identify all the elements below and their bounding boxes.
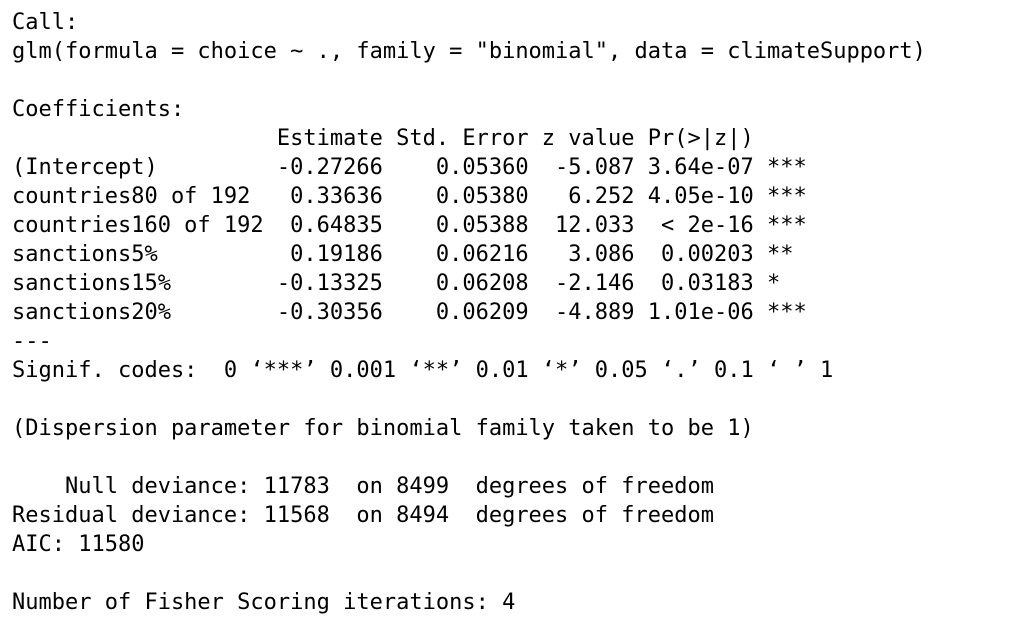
- coefficients-header: Coefficients:: [12, 97, 185, 122]
- r-console-output: Call: glm(formula = choice ~ ., family =…: [12, 8, 1007, 617]
- call-formula: glm(formula = choice ~ ., family = "bino…: [12, 39, 926, 64]
- coefficient-row: countries160 of 192 0.64835 0.05388 12.0…: [12, 213, 807, 238]
- coefficient-row: (Intercept) -0.27266 0.05360 -5.087 3.64…: [12, 155, 807, 180]
- aic-value: AIC: 11580: [12, 532, 145, 557]
- call-header: Call:: [12, 10, 79, 35]
- null-deviance: Null deviance: 11783 on 8499 degrees of …: [12, 474, 714, 499]
- separator-line: ---: [12, 329, 52, 354]
- coefficient-row: sanctions5% 0.19186 0.06216 3.086 0.0020…: [12, 242, 807, 267]
- signif-codes: Signif. codes: 0 ‘***’ 0.001 ‘**’ 0.01 ‘…: [12, 358, 834, 383]
- fisher-iterations: Number of Fisher Scoring iterations: 4: [12, 590, 516, 615]
- dispersion-note: (Dispersion parameter for binomial famil…: [12, 416, 754, 441]
- coefficient-row: sanctions15% -0.13325 0.06208 -2.146 0.0…: [12, 271, 807, 296]
- coefficient-row: sanctions20% -0.30356 0.06209 -4.889 1.0…: [12, 300, 807, 325]
- residual-deviance: Residual deviance: 11568 on 8494 degrees…: [12, 503, 714, 528]
- coefficients-table-header: Estimate Std. Error z value Pr(>|z|): [12, 126, 807, 151]
- coefficient-row: countries80 of 192 0.33636 0.05380 6.252…: [12, 184, 807, 209]
